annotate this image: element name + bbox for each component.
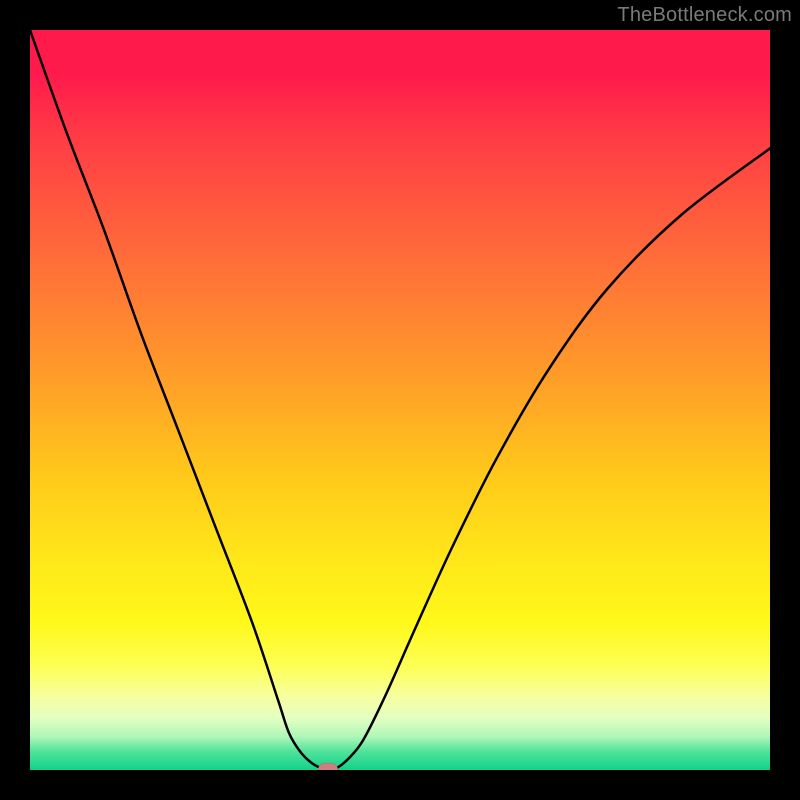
watermark-text: TheBottleneck.com	[617, 4, 792, 27]
curve-svg	[30, 30, 770, 770]
plot-area	[30, 30, 770, 770]
chart-frame: TheBottleneck.com	[0, 0, 800, 800]
bottleneck-curve-path	[30, 30, 770, 769]
optimal-point-marker	[318, 763, 338, 770]
